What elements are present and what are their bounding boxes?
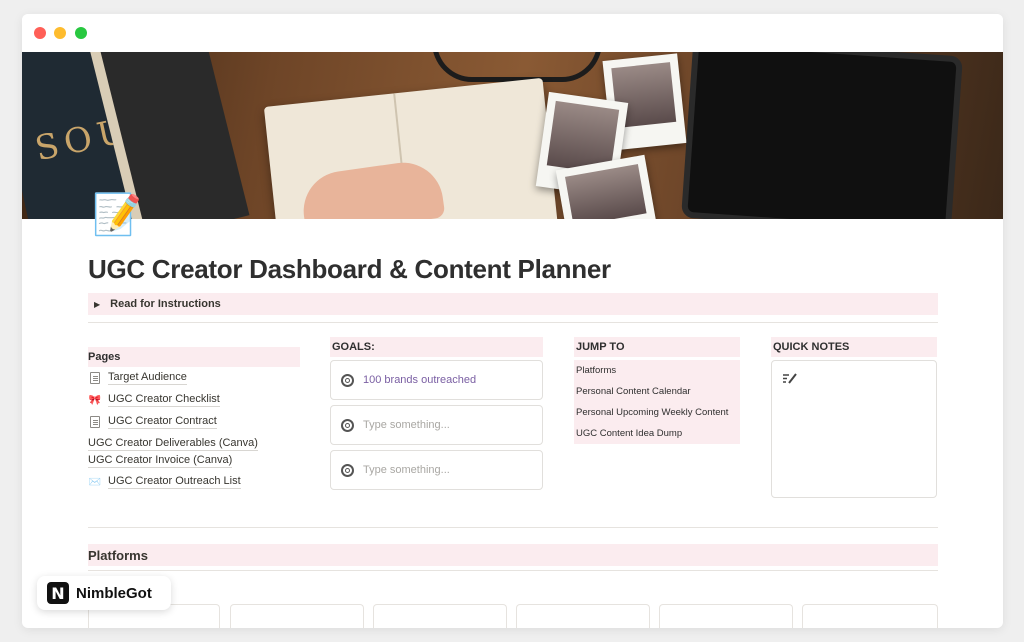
page-link-ugc-creator-outreach-list[interactable]: ✉️ UGC Creator Outreach List (88, 475, 241, 489)
jump-link-idea-dump[interactable]: UGC Content Idea Dump (574, 423, 740, 444)
goal-card[interactable]: Type something... (330, 405, 543, 445)
divider (88, 322, 938, 323)
target-icon (341, 463, 354, 477)
page-link-ugc-creator-checklist[interactable]: 🎀 UGC Creator Checklist (88, 393, 220, 407)
document-icon (88, 371, 102, 385)
goals-heading: GOALS: (330, 337, 543, 357)
close-window-button[interactable] (34, 27, 46, 39)
goal-placeholder[interactable]: Type something... (363, 419, 450, 431)
document-icon (88, 415, 102, 429)
link-label: UGC Creator Deliverables (Canva) (88, 437, 258, 451)
jump-link-platforms[interactable]: Platforms (574, 360, 740, 381)
envelope-icon: ✉️ (88, 476, 102, 488)
triangle-right-icon: ▶ (94, 299, 101, 309)
pen-lines-icon (782, 372, 798, 387)
divider (88, 570, 938, 571)
instructions-toggle-label: Read for Instructions (110, 298, 221, 310)
cover-tablet (681, 52, 963, 219)
brand-watermark: N NimbleGot (37, 576, 171, 610)
instructions-toggle[interactable]: ▶ Read for Instructions (88, 293, 938, 315)
page-link-target-audience[interactable]: Target Audience (88, 371, 187, 385)
platform-card[interactable] (373, 604, 507, 628)
goal-card[interactable]: Type something... (330, 450, 543, 490)
page-memo-icon[interactable]: 📝 (92, 190, 142, 240)
brand-name: NimbleGot (76, 584, 152, 602)
link-ugc-creator-deliverables[interactable]: UGC Creator Deliverables (Canva) (88, 437, 258, 451)
target-icon (341, 373, 354, 387)
page-link-label: Target Audience (108, 371, 187, 385)
jump-to-list: Platforms Personal Content Calendar Pers… (574, 360, 740, 444)
brand-logo-icon: N (47, 582, 69, 604)
jump-link-content-calendar[interactable]: Personal Content Calendar (574, 381, 740, 402)
cover-glasses (432, 52, 602, 82)
platform-card[interactable] (659, 604, 793, 628)
page-link-label: UGC Creator Contract (108, 415, 217, 429)
target-icon (341, 418, 354, 432)
pages-heading: Pages (88, 347, 300, 367)
link-ugc-creator-invoice[interactable]: UGC Creator Invoice (Canva) (88, 454, 233, 468)
jump-to-heading: JUMP TO (574, 337, 740, 357)
page-link-label: UGC Creator Outreach List (108, 475, 241, 489)
goal-placeholder[interactable]: Type something... (363, 464, 450, 476)
platforms-heading: Platforms (88, 544, 938, 566)
page-link-ugc-creator-contract[interactable]: UGC Creator Contract (88, 415, 217, 429)
goal-card[interactable]: 100 brands outreached (330, 360, 543, 400)
link-label: UGC Creator Invoice (Canva) (88, 454, 233, 468)
divider (88, 527, 938, 528)
app-window: SOU 📝 UGC Creator Dashboard & Content Pl… (22, 14, 1003, 628)
maximize-window-button[interactable] (75, 27, 87, 39)
minimize-window-button[interactable] (54, 27, 66, 39)
platform-card[interactable] (802, 604, 938, 628)
platform-card[interactable] (516, 604, 650, 628)
page-link-label: UGC Creator Checklist (108, 393, 220, 407)
title-bar (22, 14, 1003, 52)
goal-text[interactable]: 100 brands outreached (363, 374, 476, 386)
cover-image: SOU (22, 52, 1003, 219)
platform-card[interactable] (230, 604, 364, 628)
jump-link-weekly-content[interactable]: Personal Upcoming Weekly Content (574, 402, 740, 423)
quick-notes-box[interactable] (771, 360, 937, 498)
ribbon-icon: 🎀 (88, 394, 102, 406)
quick-notes-heading: QUICK NOTES (771, 337, 937, 357)
page-title: UGC Creator Dashboard & Content Planner (88, 254, 611, 284)
